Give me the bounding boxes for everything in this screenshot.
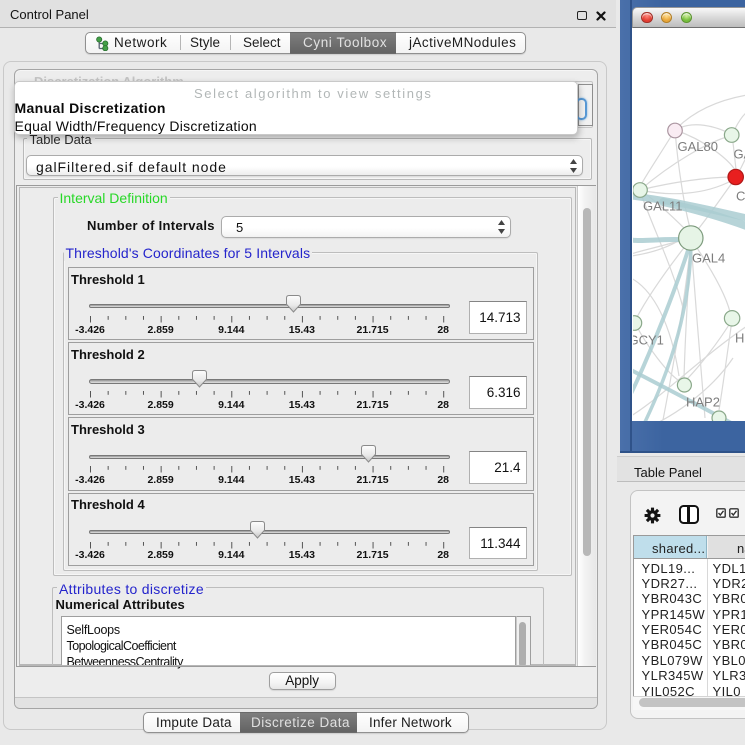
svg-text:GAL11: GAL11	[643, 198, 683, 213]
svg-text:HAP2: HAP2	[686, 394, 720, 409]
svg-text:GAL80: GAL80	[678, 139, 718, 154]
svg-text:GCY1: GCY1	[633, 332, 664, 347]
svg-text:H: H	[735, 330, 744, 345]
svg-text:C: C	[736, 188, 745, 203]
svg-text:GAL4: GAL4	[692, 250, 725, 265]
svg-text:GA: GA	[734, 146, 745, 161]
